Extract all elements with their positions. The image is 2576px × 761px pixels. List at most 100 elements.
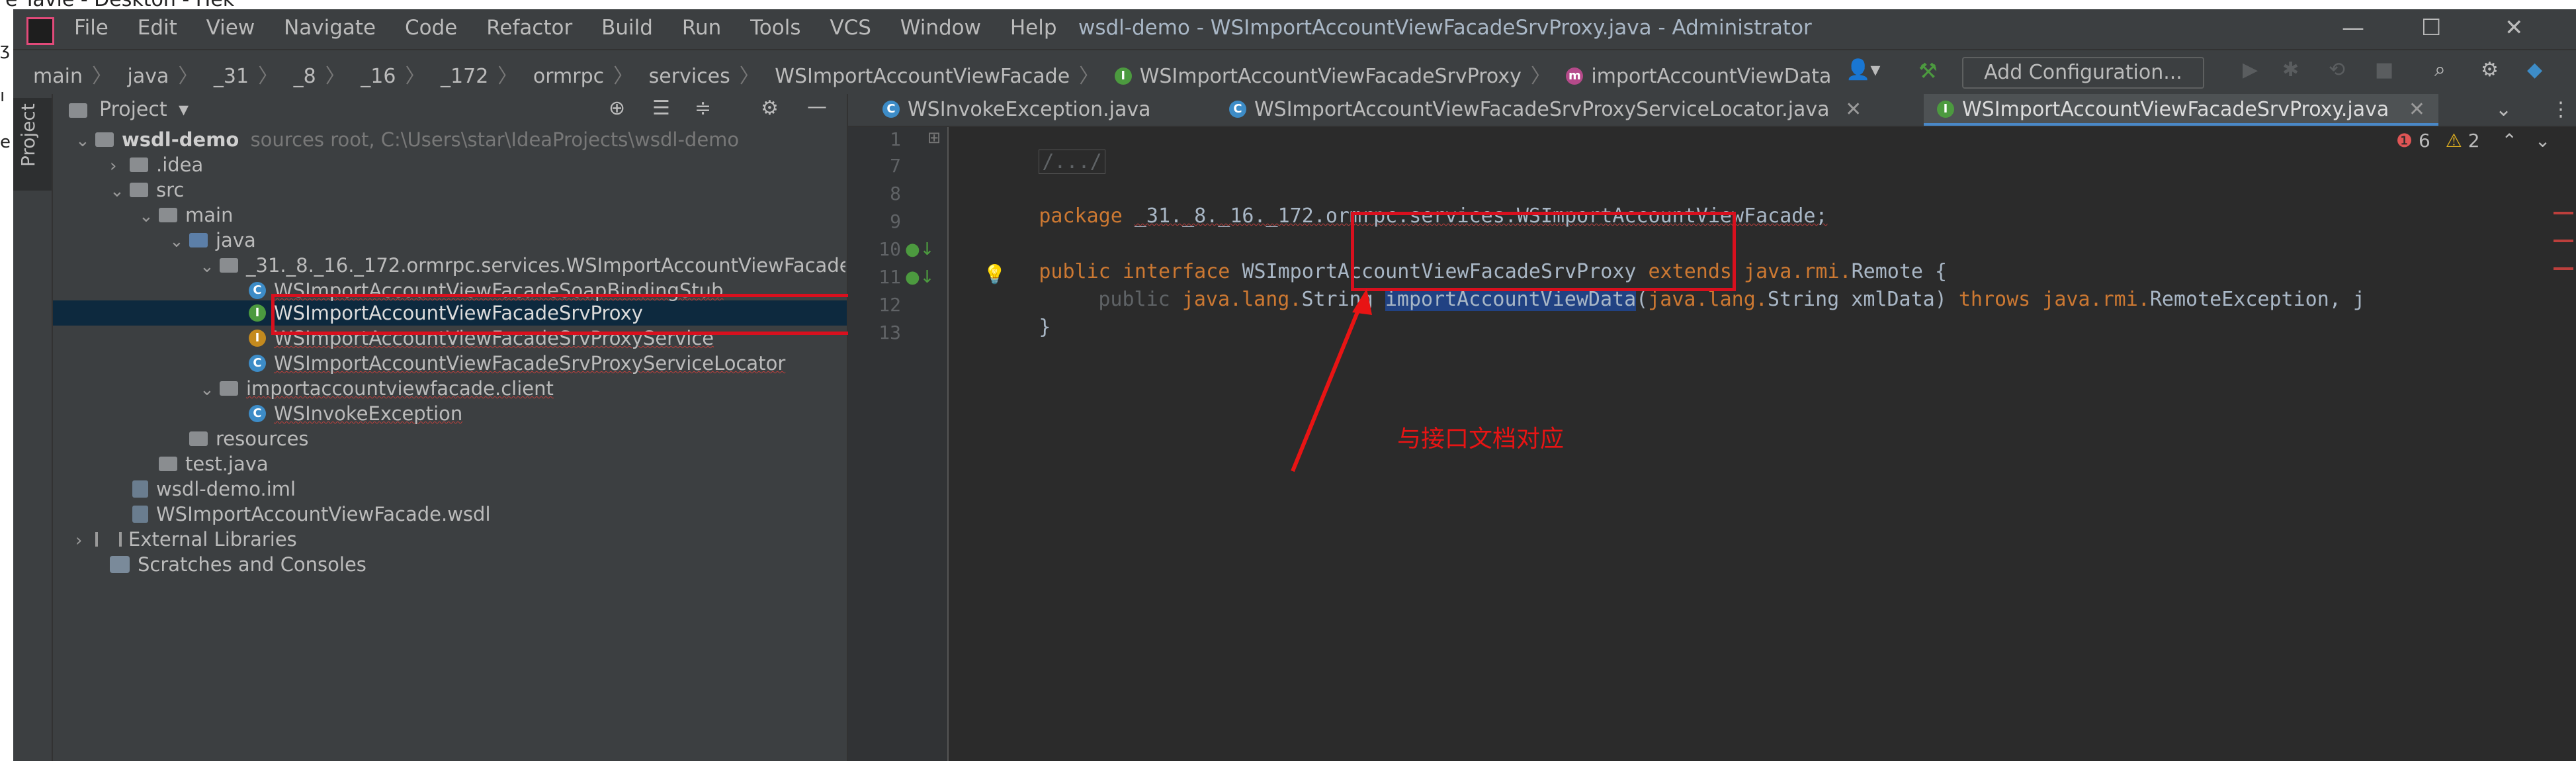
tool-window-strip: Project — [13, 94, 53, 761]
menu-vcs[interactable]: VCS — [830, 16, 871, 40]
tree-node-src[interactable]: ⌄ src — [110, 177, 184, 202]
line-number: 8 — [890, 183, 901, 204]
code-line-12: } — [1039, 316, 1051, 339]
annotation-box-selected-file — [271, 294, 853, 335]
tree-node-scratches[interactable]: Scratches and Consoles — [110, 552, 366, 577]
tree-node-idea[interactable]: › .idea — [110, 152, 203, 177]
ide-window: File Edit View Navigate Code Refactor Bu… — [13, 9, 2576, 761]
menu-navigate[interactable]: Navigate — [284, 16, 376, 40]
tabs-overflow-icon[interactable]: ⌄ — [2495, 94, 2512, 126]
line-number: 12 — [879, 294, 901, 316]
breadcrumb-ormrpc[interactable]: ormrpc — [533, 65, 604, 88]
breadcrumb-services[interactable]: services — [649, 65, 730, 88]
annotation-box-method — [1351, 212, 1736, 291]
window-title: wsdl-demo - WSImportAccountViewFacadeSrv… — [1078, 16, 1812, 40]
tree-node-external-libraries[interactable]: › External Libraries — [75, 527, 297, 552]
implemented-marker-icon[interactable]: ●↓ — [905, 267, 934, 287]
implemented-marker-icon[interactable]: ●↓ — [905, 240, 934, 259]
title-bar: File Edit View Navigate Code Refactor Bu… — [13, 9, 2576, 49]
search-icon[interactable]: ⌕ — [2434, 58, 2446, 81]
minimize-button[interactable]: — — [2342, 15, 2364, 41]
interface-icon: I — [249, 330, 266, 347]
tree-node-resources[interactable]: resources — [189, 426, 309, 451]
hide-panel-icon[interactable]: — — [807, 95, 827, 118]
breadcrumb-31[interactable]: _31 — [214, 65, 249, 88]
more-options-icon[interactable]: ⋮ — [2551, 94, 2571, 126]
breadcrumb-172[interactable]: _172 — [441, 65, 488, 88]
tree-node-iml[interactable]: wsdl-demo.iml — [132, 476, 296, 502]
project-panel-title[interactable]: Project — [99, 98, 167, 121]
close-button[interactable]: ✕ — [2505, 15, 2524, 41]
tree-node-wsdl-demo[interactable]: ⌄ wsdl-demo sources root, C:\Users\star\I… — [75, 127, 739, 152]
debug-icon: ✱ — [2282, 58, 2299, 81]
error-stripe-mark[interactable] — [2554, 240, 2573, 242]
menu-tools[interactable]: Tools — [750, 16, 800, 40]
settings-gear-icon[interactable]: ⚙ — [2481, 58, 2499, 81]
user-icon[interactable]: 👤▾ — [1846, 58, 1880, 81]
close-tab-icon[interactable]: ✕ — [1845, 98, 1862, 121]
tree-node-test-java[interactable]: test.java — [159, 451, 269, 476]
hammer-icon[interactable]: ⚒ — [1918, 58, 1938, 83]
menu-window[interactable]: Window — [900, 16, 981, 40]
line-number: 11 — [879, 266, 901, 288]
error-stripe-mark[interactable] — [2554, 267, 2573, 270]
editor-tabs: C WSInvokeException.java C WSImportAccount… — [848, 94, 2576, 127]
wsdl-file-icon — [132, 506, 148, 523]
tree-node-package[interactable]: ⌄ _31._8._16._172.ormrpc.services.WSImpor… — [200, 253, 845, 278]
breadcrumb-16[interactable]: _16 — [361, 65, 396, 88]
line-number: 1 — [890, 128, 901, 150]
menu-file[interactable]: File — [74, 16, 108, 40]
menu-run[interactable]: Run — [682, 16, 721, 40]
coverage-icon: ⟲ — [2329, 58, 2346, 81]
breadcrumb-8[interactable]: _8 — [294, 65, 316, 88]
project-view-dropdown-icon[interactable]: ▾ — [179, 98, 189, 121]
warning-count: 2 — [2468, 130, 2480, 152]
tab-servicelocator[interactable]: C WSImportAccountViewFacadeSrvProxyServic… — [1229, 94, 1862, 126]
collapse-all-icon[interactable]: ≑ — [695, 97, 711, 120]
breadcrumb-srvproxy[interactable]: WSImportAccountViewFacadeSrvProxy — [1140, 65, 1522, 88]
menu-refactor[interactable]: Refactor — [486, 16, 572, 40]
lightbulb-icon[interactable]: 💡 — [983, 263, 1006, 285]
tree-node-wsdl-file[interactable]: WSImportAccountViewFacade.wsdl — [132, 502, 491, 527]
run-icon: ▶ — [2243, 58, 2258, 81]
code-editor[interactable]: 1 7 8 9 10 11 12 13 ●↓ ●↓ ⊞ /.../ packag… — [848, 127, 2576, 761]
tab-srvproxy[interactable]: I WSImportAccountViewFacadeSrvProxy.java … — [1924, 94, 2438, 126]
menu-build[interactable]: Build — [601, 16, 653, 40]
tab-wsinvokeexception[interactable]: C WSInvokeException.java — [882, 94, 1160, 126]
add-configuration-button[interactable]: Add Configuration... — [1962, 57, 2204, 89]
menu-help[interactable]: Help — [1010, 16, 1057, 40]
module-folder-icon — [95, 132, 114, 147]
tree-node-servicelocator[interactable]: C WSImportAccountViewFacadeSrvProxyServic… — [249, 351, 847, 376]
chevron-down-icon[interactable]: ⌄ — [2535, 130, 2550, 152]
plugin-icon[interactable]: ◆ — [2527, 58, 2542, 81]
maximize-button[interactable]: ☐ — [2421, 15, 2441, 41]
folder-icon — [130, 157, 148, 172]
project-panel: Project ▾ ⊕ ☰ ≑ ⚙ — ⌄ wsdl-demo sources r… — [53, 94, 853, 761]
breadcrumb-facade-package[interactable]: WSImportAccountViewFacade — [775, 65, 1070, 88]
error-stripe-mark[interactable] — [2554, 212, 2573, 214]
library-icon — [95, 532, 122, 547]
menu-edit[interactable]: Edit — [138, 16, 177, 40]
locate-icon[interactable]: ⊕ — [609, 97, 625, 120]
panel-settings-gear-icon[interactable]: ⚙ — [761, 97, 779, 120]
project-panel-header: Project ▾ ⊕ ☰ ≑ ⚙ — — [53, 94, 847, 126]
tree-node-wsinvokeexception[interactable]: C WSInvokeException — [249, 401, 462, 426]
close-tab-icon[interactable]: ✕ — [2409, 98, 2425, 121]
resources-folder-icon — [189, 431, 208, 446]
expand-all-icon[interactable]: ☰ — [652, 97, 670, 120]
inspection-widget[interactable]: ❶ 6 ⚠ 2 ⌃ ⌄ — [2396, 130, 2550, 152]
tree-node-java[interactable]: ⌄ java — [169, 228, 256, 253]
menu-view[interactable]: View — [206, 16, 255, 40]
menu-code[interactable]: Code — [405, 16, 457, 40]
tree-node-client-package[interactable]: ⌄ importaccountviewfacade.client — [200, 376, 554, 401]
chevron-up-icon[interactable]: ⌃ — [2502, 130, 2517, 152]
fold-icon[interactable]: ⊞ — [927, 128, 941, 147]
navigation-bar: main 〉 java 〉 _31 〉 _8 〉 _16 〉 _172 〉 ormrpc 〉 … — [13, 49, 2576, 95]
folder-icon — [159, 208, 177, 222]
breadcrumb-method[interactable]: importAccountViewData — [1591, 65, 1831, 88]
project-tool-tab[interactable]: Project — [13, 98, 52, 191]
annotation-arrow — [1291, 289, 1372, 472]
tree-node-main[interactable]: ⌄ main — [139, 202, 233, 228]
breadcrumb-java[interactable]: java — [128, 65, 169, 88]
breadcrumb-main[interactable]: main — [33, 65, 83, 88]
